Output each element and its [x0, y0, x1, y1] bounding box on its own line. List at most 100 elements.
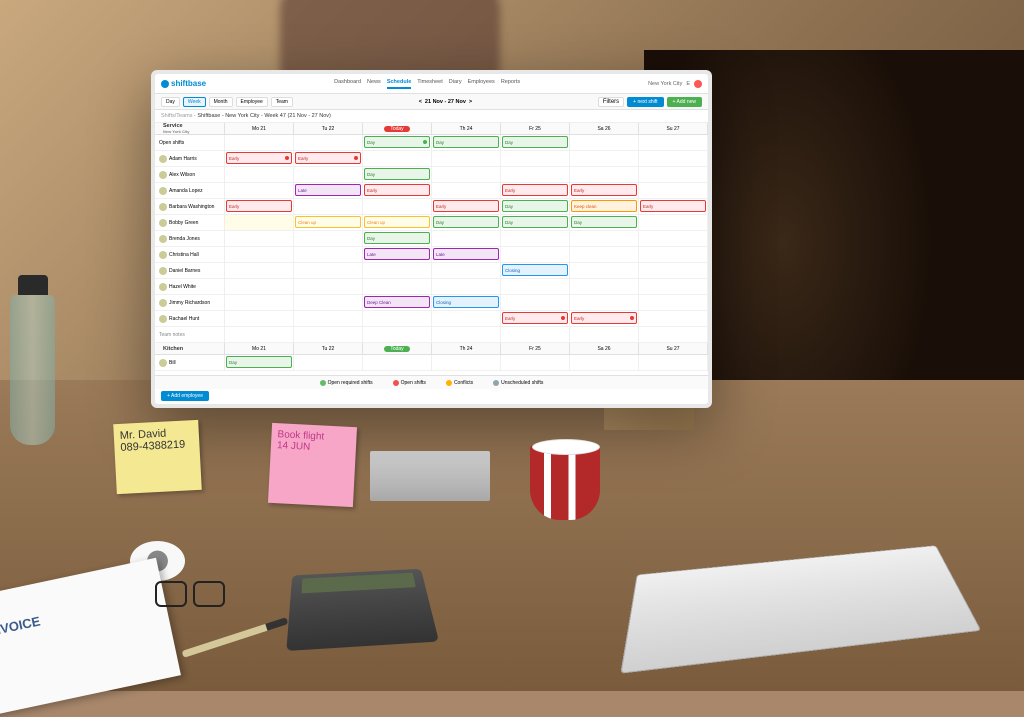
- employee-name[interactable]: Bobby Green: [155, 215, 225, 230]
- add-new-button[interactable]: + Add new: [667, 97, 703, 107]
- logo-text: shiftbase: [171, 79, 206, 88]
- shift-card[interactable]: Early: [571, 184, 637, 196]
- filters-button[interactable]: Filters: [598, 97, 624, 107]
- header-right: New York City E: [648, 80, 702, 88]
- date-range-label[interactable]: 21 Nov - 27 Nov: [425, 99, 466, 105]
- location-badge: E: [686, 81, 690, 87]
- employee-name[interactable]: Christina Hall: [155, 247, 225, 262]
- nav-timesheet[interactable]: Timesheet: [417, 79, 442, 89]
- nav-schedule[interactable]: Schedule: [387, 79, 411, 89]
- shift-card[interactable]: Day: [433, 136, 499, 148]
- employee-name[interactable]: Barbara Washington: [155, 199, 225, 214]
- add-employee-button[interactable]: + Add employee: [161, 393, 702, 399]
- shift-card[interactable]: Early: [502, 312, 568, 324]
- employee-row: Jimmy Richardson Deep Clean Closing: [155, 295, 708, 311]
- avatar: [159, 359, 167, 367]
- shift-card[interactable]: Clean up: [295, 216, 361, 228]
- day-su[interactable]: Su 27: [639, 123, 708, 134]
- tab-week[interactable]: Week: [183, 97, 206, 107]
- shift-card[interactable]: Day: [364, 168, 430, 180]
- scene-background: shiftbase Dashboard News Schedule Timesh…: [0, 0, 1024, 691]
- shift-card[interactable]: Day: [571, 216, 637, 228]
- nav-news[interactable]: News: [367, 79, 381, 89]
- notification-icon[interactable]: [694, 80, 702, 88]
- employee-name[interactable]: Adam Harris: [155, 151, 225, 166]
- shift-card[interactable]: Early: [502, 184, 568, 196]
- shift-card[interactable]: Day: [502, 136, 568, 148]
- employee-name[interactable]: Bill: [155, 355, 225, 370]
- nav-diary[interactable]: Diary: [449, 79, 462, 89]
- shift-card[interactable]: Early: [433, 200, 499, 212]
- shift-card[interactable]: Early: [295, 152, 361, 164]
- sticky-note-pink: Book flight 14 JUN: [268, 423, 357, 507]
- employee-name[interactable]: Brenda Jones: [155, 231, 225, 246]
- shift-card[interactable]: Clean up: [364, 216, 430, 228]
- employee-row: Brenda Jones Day: [155, 231, 708, 247]
- shift-card[interactable]: Day: [226, 356, 292, 368]
- prev-week-icon[interactable]: <: [419, 99, 422, 105]
- shift-card[interactable]: Day: [502, 216, 568, 228]
- avatar: [159, 219, 167, 227]
- open-shifts-row: Open shifts Day Day Day: [155, 135, 708, 151]
- employee-row: Bill Day: [155, 355, 708, 371]
- day-we[interactable]: Today: [363, 123, 432, 134]
- day-th[interactable]: Th 24: [432, 123, 501, 134]
- shift-card[interactable]: Day: [364, 136, 430, 148]
- employee-name[interactable]: Alex Wilson: [155, 167, 225, 182]
- day-tu[interactable]: Tu 22: [294, 123, 363, 134]
- shift-card[interactable]: Keep clean: [571, 200, 637, 212]
- legend-open-required: Open required shifts: [320, 380, 373, 386]
- app-logo[interactable]: shiftbase: [161, 79, 206, 88]
- avatar: [159, 171, 167, 179]
- tab-month[interactable]: Month: [209, 97, 233, 107]
- nav-reports[interactable]: Reports: [501, 79, 520, 89]
- shift-card[interactable]: Late: [295, 184, 361, 196]
- tab-day[interactable]: Day: [161, 97, 180, 107]
- shift-card[interactable]: Early: [640, 200, 706, 212]
- next-week-icon[interactable]: >: [469, 99, 472, 105]
- schedule-title: Shifts/Teams · Shiftbase - New York City…: [155, 110, 708, 123]
- subheader: Day Week Month Employee Team < 21 Nov - …: [155, 94, 708, 110]
- employee-name[interactable]: Rachael Hunt: [155, 311, 225, 326]
- legend-conflicts: Conflicts: [446, 380, 473, 386]
- next-shift-button[interactable]: + next shift: [627, 97, 663, 107]
- employee-name[interactable]: Amanda Lopez: [155, 183, 225, 198]
- employee-name[interactable]: Daniel Barnes: [155, 263, 225, 278]
- avatar: [159, 315, 167, 323]
- date-navigator: < 21 Nov - 27 Nov >: [419, 99, 472, 105]
- app-screen: shiftbase Dashboard News Schedule Timesh…: [155, 74, 708, 404]
- shift-card[interactable]: Early: [226, 200, 292, 212]
- shift-card[interactable]: Day: [433, 216, 499, 228]
- kitchen-header: Kitchen Mo 21 Tu 22 Today Th 24 Fr 25 Sa…: [155, 343, 708, 355]
- shift-card[interactable]: Day: [364, 232, 430, 244]
- shift-card[interactable]: Deep Clean: [364, 296, 430, 308]
- avatar: [159, 203, 167, 211]
- day-fr[interactable]: Fr 25: [501, 123, 570, 134]
- employee-row: Rachael Hunt Early Early: [155, 311, 708, 327]
- calculator: [286, 569, 439, 651]
- shift-card[interactable]: Closing: [433, 296, 499, 308]
- tab-employee[interactable]: Employee: [236, 97, 268, 107]
- day-mo[interactable]: Mo 21: [225, 123, 294, 134]
- day-sa[interactable]: Sa 26: [570, 123, 639, 134]
- shift-card[interactable]: Day: [502, 200, 568, 212]
- nav-dashboard[interactable]: Dashboard: [334, 79, 361, 89]
- shift-card[interactable]: Early: [364, 184, 430, 196]
- monitor-stand: [370, 451, 490, 501]
- shift-card[interactable]: Late: [364, 248, 430, 260]
- team-notes-row: Team notes: [155, 327, 708, 343]
- shift-card[interactable]: Closing: [502, 264, 568, 276]
- tab-team[interactable]: Team: [271, 97, 293, 107]
- employee-row: Amanda Lopez Late Early Early Early: [155, 183, 708, 199]
- employee-name[interactable]: Jimmy Richardson: [155, 295, 225, 310]
- shift-card[interactable]: Late: [433, 248, 499, 260]
- open-shifts-label: Open shifts: [155, 135, 225, 150]
- view-tabs: Day Week Month Employee Team: [161, 97, 293, 107]
- employee-name[interactable]: Hazel White: [155, 279, 225, 294]
- avatar: [159, 283, 167, 291]
- shift-card[interactable]: Early: [571, 312, 637, 324]
- legend-open-shifts: Open shifts: [393, 380, 426, 386]
- shift-card[interactable]: Early: [226, 152, 292, 164]
- location-selector[interactable]: New York City: [648, 81, 682, 87]
- nav-employees[interactable]: Employees: [468, 79, 495, 89]
